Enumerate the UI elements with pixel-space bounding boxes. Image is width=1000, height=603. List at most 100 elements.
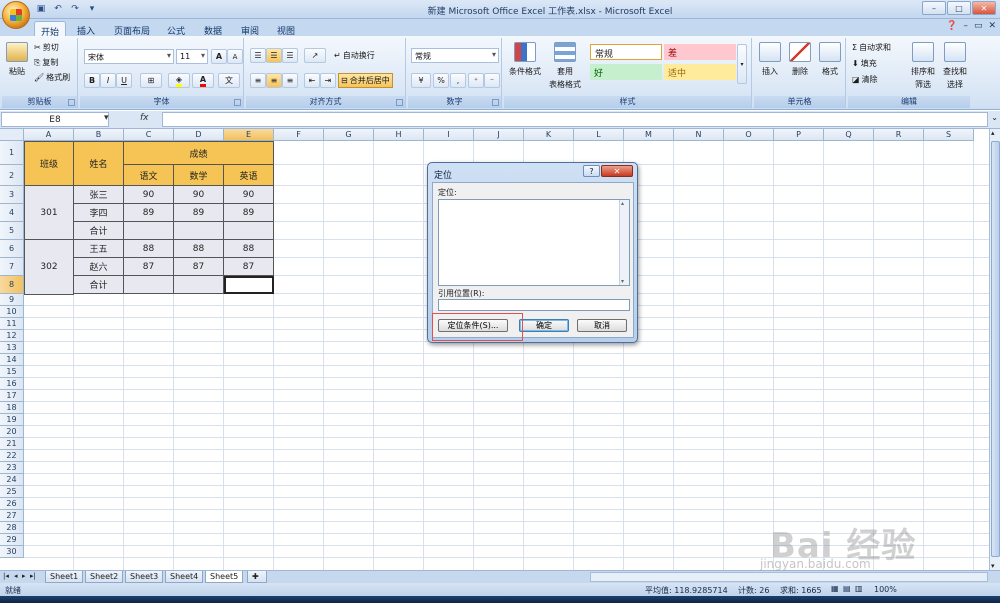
table-cell[interactable]: 王五 <box>74 240 124 258</box>
currency-button[interactable]: ¥ <box>411 73 431 88</box>
row-header-26[interactable]: 26 <box>0 498 24 510</box>
format-as-table-button[interactable]: 套用 表格格式 <box>546 42 584 90</box>
row-header-21[interactable]: 21 <box>0 438 24 450</box>
sheet-tab-3[interactable]: Sheet3 <box>125 571 164 583</box>
column-header-e[interactable]: E <box>224 129 274 141</box>
row-header-29[interactable]: 29 <box>0 534 24 546</box>
scroll-down-icon[interactable]: ▾ <box>991 562 995 570</box>
underline-button[interactable]: U <box>116 73 132 88</box>
grow-font-button[interactable]: A <box>211 49 227 64</box>
format-painter-button[interactable]: 🖌 格式刷 <box>34 72 70 83</box>
normal-view-icon[interactable]: ▦ <box>831 584 839 593</box>
row-header-10[interactable]: 10 <box>0 306 24 318</box>
font-launcher-icon[interactable] <box>234 99 241 106</box>
redo-icon[interactable]: ↷ <box>68 2 82 16</box>
percent-button[interactable]: % <box>433 73 449 88</box>
dialog-close-button[interactable]: ✕ <box>601 165 633 177</box>
table-total-cell[interactable] <box>124 222 174 240</box>
ribbon-restore-icon[interactable]: ▭ <box>974 21 983 31</box>
row-header-22[interactable]: 22 <box>0 450 24 462</box>
table-cell[interactable]: 88 <box>174 240 224 258</box>
table-total-cell[interactable] <box>224 276 274 294</box>
phonetic-button[interactable]: 文 <box>218 73 240 88</box>
clipboard-launcher-icon[interactable] <box>68 99 75 106</box>
align-right-button[interactable]: ≡ <box>282 73 298 88</box>
column-header-b[interactable]: B <box>74 129 124 141</box>
tab-formulas[interactable]: 公式 <box>160 21 192 37</box>
goto-list-scrollbar[interactable]: ▴ ▾ <box>619 200 629 285</box>
sort-filter-button[interactable]: 排序和 筛选 <box>908 42 938 90</box>
name-box[interactable]: E8 <box>1 112 109 127</box>
font-color-button[interactable]: A <box>192 73 214 88</box>
increase-indent-button[interactable]: ⇥ <box>320 73 336 88</box>
align-bottom-button[interactable]: ☰ <box>282 48 298 63</box>
table-total-cell[interactable] <box>174 276 224 294</box>
autosum-button[interactable]: Σ 自动求和 <box>852 42 891 53</box>
dialog-help-button[interactable]: ? <box>583 165 600 177</box>
minimize-button[interactable]: – <box>922 1 946 15</box>
expand-formula-icon[interactable]: ⌄ <box>991 113 998 122</box>
ribbon-minimize-icon[interactable]: – <box>963 21 968 31</box>
column-header-d[interactable]: D <box>174 129 224 141</box>
styles-gallery-scroll[interactable]: ▾ <box>737 44 747 84</box>
insert-sheet-button[interactable]: ✚ <box>247 571 267 583</box>
header-class[interactable]: 班级 <box>24 141 74 186</box>
page-break-view-icon[interactable]: ▥ <box>855 584 863 593</box>
reference-input[interactable] <box>438 299 630 311</box>
row-header-2[interactable]: 2 <box>0 165 24 186</box>
font-name-combo[interactable]: 宋体 <box>84 49 174 64</box>
row-header-23[interactable]: 23 <box>0 462 24 474</box>
wrap-text-button[interactable]: ↵ 自动换行 <box>334 50 375 61</box>
row-header-13[interactable]: 13 <box>0 342 24 354</box>
conditional-format-button[interactable]: 条件格式 <box>506 42 544 77</box>
select-all-corner[interactable] <box>0 129 24 141</box>
scroll-up-icon[interactable]: ▴ <box>991 129 995 137</box>
table-cell[interactable]: 87 <box>224 258 274 276</box>
formula-input[interactable] <box>162 112 988 127</box>
increase-decimal-button[interactable]: ⁺ <box>468 73 484 88</box>
column-header-i[interactable]: I <box>424 129 474 141</box>
table-cell[interactable]: 张三 <box>74 186 124 204</box>
header-subject-math[interactable]: 数学 <box>174 165 224 186</box>
row-header-5[interactable]: 5 <box>0 222 24 240</box>
column-header-q[interactable]: Q <box>824 129 874 141</box>
number-format-combo[interactable]: 常规 <box>411 48 499 63</box>
align-top-button[interactable]: ☰ <box>250 48 266 63</box>
format-cells-button[interactable]: 格式 <box>816 42 844 77</box>
table-cell[interactable]: 88 <box>224 240 274 258</box>
row-header-8[interactable]: 8 <box>0 276 24 294</box>
row-header-12[interactable]: 12 <box>0 330 24 342</box>
sheet-nav-last-icon[interactable]: ▸| <box>30 572 36 580</box>
help-icon[interactable]: ❓ <box>946 21 957 31</box>
row-header-7[interactable]: 7 <box>0 258 24 276</box>
horizontal-scrollbar[interactable] <box>590 572 988 582</box>
paste-button[interactable]: 粘贴 <box>6 42 28 77</box>
row-header-20[interactable]: 20 <box>0 426 24 438</box>
table-cell[interactable]: 90 <box>224 186 274 204</box>
table-cell[interactable]: 90 <box>124 186 174 204</box>
column-header-o[interactable]: O <box>724 129 774 141</box>
goto-list[interactable]: ▴ ▾ <box>438 199 630 286</box>
header-subject-english[interactable]: 英语 <box>224 165 274 186</box>
table-total-cell[interactable]: 合计 <box>74 276 124 294</box>
row-header-18[interactable]: 18 <box>0 402 24 414</box>
cancel-button[interactable]: 取消 <box>577 319 627 332</box>
comma-button[interactable]: , <box>450 73 466 88</box>
style-bad[interactable]: 差 <box>664 44 736 60</box>
row-header-28[interactable]: 28 <box>0 522 24 534</box>
sheet-tab-2[interactable]: Sheet2 <box>85 571 124 583</box>
column-header-l[interactable]: L <box>574 129 624 141</box>
close-button[interactable]: ✕ <box>972 1 996 15</box>
tab-data[interactable]: 数据 <box>197 21 229 37</box>
customize-qat-icon[interactable]: ▾ <box>85 2 99 16</box>
cut-button[interactable]: ✂ 剪切 <box>34 42 59 53</box>
column-header-s[interactable]: S <box>924 129 974 141</box>
row-header-24[interactable]: 24 <box>0 474 24 486</box>
align-center-button[interactable]: ≡ <box>266 73 282 88</box>
name-box-dropdown-icon[interactable]: ▾ <box>104 113 109 123</box>
table-cell[interactable]: 87 <box>174 258 224 276</box>
column-header-c[interactable]: C <box>124 129 174 141</box>
row-header-1[interactable]: 1 <box>0 141 24 165</box>
row-header-25[interactable]: 25 <box>0 486 24 498</box>
bold-button[interactable]: B <box>84 73 100 88</box>
